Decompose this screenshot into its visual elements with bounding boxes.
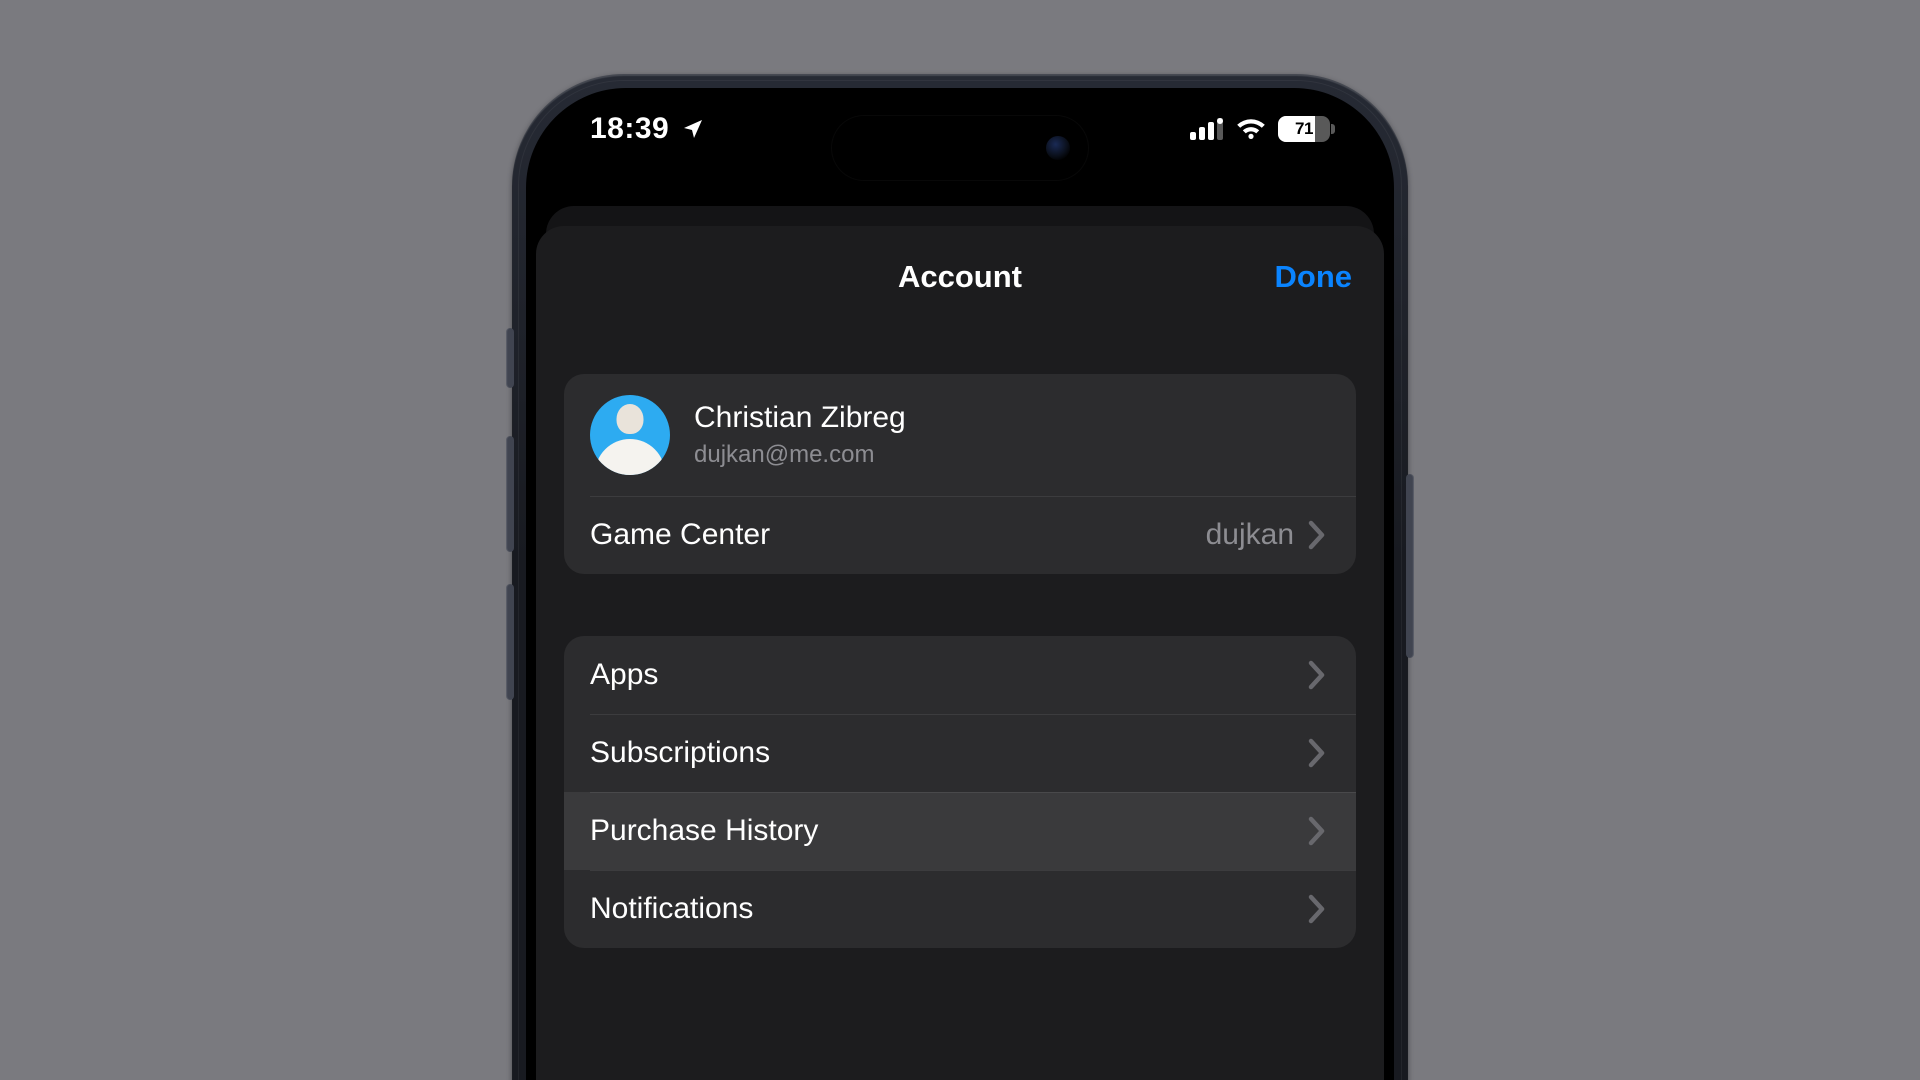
profile-row[interactable]: Christian Zibreg dujkan@me.com: [564, 374, 1356, 496]
battery-percent: 71: [1278, 116, 1330, 142]
subscriptions-row[interactable]: Subscriptions: [564, 714, 1356, 792]
sheet-title: Account: [898, 259, 1022, 295]
cellular-icon: [1190, 118, 1224, 140]
done-button[interactable]: Done: [1275, 259, 1353, 295]
chevron-right-icon: [1308, 520, 1330, 550]
profile-email: dujkan@me.com: [694, 441, 906, 469]
phone-screen: 18:39: [526, 88, 1394, 1080]
wifi-icon: [1236, 118, 1266, 140]
row-label: Game Center: [590, 518, 1206, 552]
chevron-right-icon: [1308, 660, 1330, 690]
notifications-row[interactable]: Notifications: [564, 870, 1356, 948]
settings-group: Apps Subscriptions Purchase History: [564, 636, 1356, 948]
chevron-right-icon: [1308, 738, 1330, 768]
dynamic-island[interactable]: [832, 116, 1088, 180]
volume-down-button[interactable]: [506, 584, 514, 700]
volume-up-button[interactable]: [506, 436, 514, 552]
status-time: 18:39: [590, 112, 669, 146]
avatar: [590, 395, 670, 475]
location-icon: [681, 117, 705, 141]
row-label: Notifications: [590, 892, 1308, 926]
purchase-history-row[interactable]: Purchase History: [564, 792, 1356, 870]
profile-name: Christian Zibreg: [694, 401, 906, 435]
battery-icon: 71: [1278, 116, 1330, 142]
sheet-header: Account Done: [564, 226, 1356, 328]
row-label: Subscriptions: [590, 736, 1308, 770]
account-sheet: Account Done Christian Zibreg dujkan@me.…: [536, 226, 1384, 1080]
chevron-right-icon: [1308, 894, 1330, 924]
power-button[interactable]: [1406, 474, 1414, 658]
row-label: Apps: [590, 658, 1308, 692]
apps-row[interactable]: Apps: [564, 636, 1356, 714]
game-center-row[interactable]: Game Center dujkan: [564, 496, 1356, 574]
profile-group: Christian Zibreg dujkan@me.com Game Cent…: [564, 374, 1356, 574]
phone-frame: 18:39: [512, 74, 1408, 1080]
row-label: Purchase History: [590, 814, 1308, 848]
silence-switch[interactable]: [506, 328, 514, 388]
chevron-right-icon: [1308, 816, 1330, 846]
row-value: dujkan: [1206, 518, 1294, 552]
